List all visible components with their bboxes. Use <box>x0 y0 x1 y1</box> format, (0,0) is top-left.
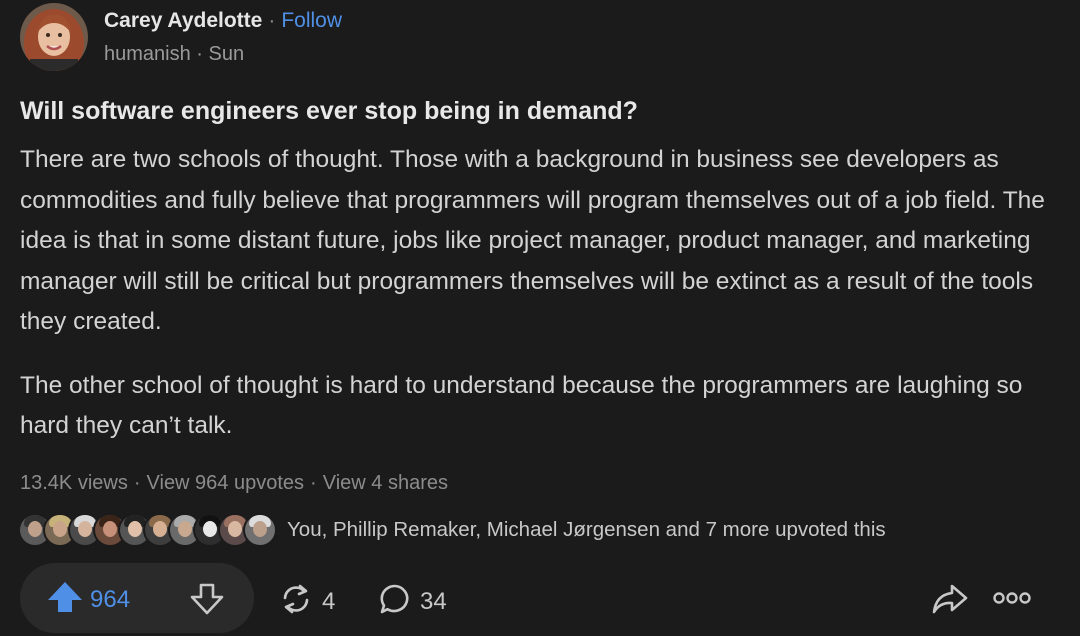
forward-share-button[interactable] <box>930 582 970 621</box>
upvoter-avatars[interactable] <box>18 513 277 547</box>
author-name-line: Carey Aydelotte · Follow <box>104 7 342 35</box>
upvote-button[interactable]: 964 <box>46 580 130 619</box>
view-shares-link[interactable]: View 4 shares <box>323 468 448 498</box>
post-header: Carey Aydelotte · Follow humanish · Sun <box>20 2 342 72</box>
downvote-arrow-icon <box>188 583 226 620</box>
forward-share-icon <box>930 584 970 620</box>
upvoter-avatar <box>243 513 277 547</box>
question-title[interactable]: Will software engineers ever stop being … <box>20 93 1060 129</box>
answer-paragraph: There are two schools of thought. Those … <box>20 146 1045 335</box>
views-count: 13.4K views <box>20 472 128 494</box>
view-upvotes-link[interactable]: View 964 upvotes <box>147 468 305 498</box>
stats-separator: · <box>133 472 141 494</box>
downvote-button[interactable] <box>188 582 226 621</box>
author-info: Carey Aydelotte · Follow humanish · Sun <box>104 7 342 67</box>
reshare-count: 4 <box>322 587 336 615</box>
author-name[interactable]: Carey Aydelotte <box>104 7 262 35</box>
author-avatar[interactable] <box>20 3 88 71</box>
stats-separator: · <box>310 472 317 494</box>
comment-count: 34 <box>420 587 447 615</box>
name-separator: · <box>268 9 276 32</box>
more-options-button[interactable] <box>992 589 1032 612</box>
follow-button[interactable]: Follow <box>281 7 342 35</box>
post-time: Sun <box>208 43 245 65</box>
vote-pill: 964 <box>20 563 254 633</box>
answer-paragraph: The other school of thought is hard to u… <box>20 371 1023 440</box>
answer-body: There are two schools of thought. Those … <box>20 140 1065 447</box>
post-meta: humanish · Sun <box>104 41 342 67</box>
reshare-icon <box>278 582 314 621</box>
reshare-button[interactable]: 4 <box>278 582 335 621</box>
space-name[interactable]: humanish <box>104 43 191 65</box>
comment-button[interactable]: 34 <box>378 582 447 621</box>
answer-post: Carey Aydelotte · Follow humanish · Sun … <box>0 0 1080 636</box>
action-bar: 964 4 34 <box>20 563 1060 633</box>
upvote-count: 964 <box>90 585 131 613</box>
upvoters-summary[interactable]: You, Phillip Remaker, Michael Jørgensen … <box>287 518 886 542</box>
post-stats: 13.4K views · View 964 upvotes · View 4 … <box>20 468 448 498</box>
upvote-arrow-icon <box>46 580 84 619</box>
meta-separator: · <box>190 43 209 65</box>
more-options-icon <box>992 592 1032 611</box>
upvoters-row: You, Phillip Remaker, Michael Jørgensen … <box>18 512 886 548</box>
comment-bubble-icon <box>378 582 412 621</box>
